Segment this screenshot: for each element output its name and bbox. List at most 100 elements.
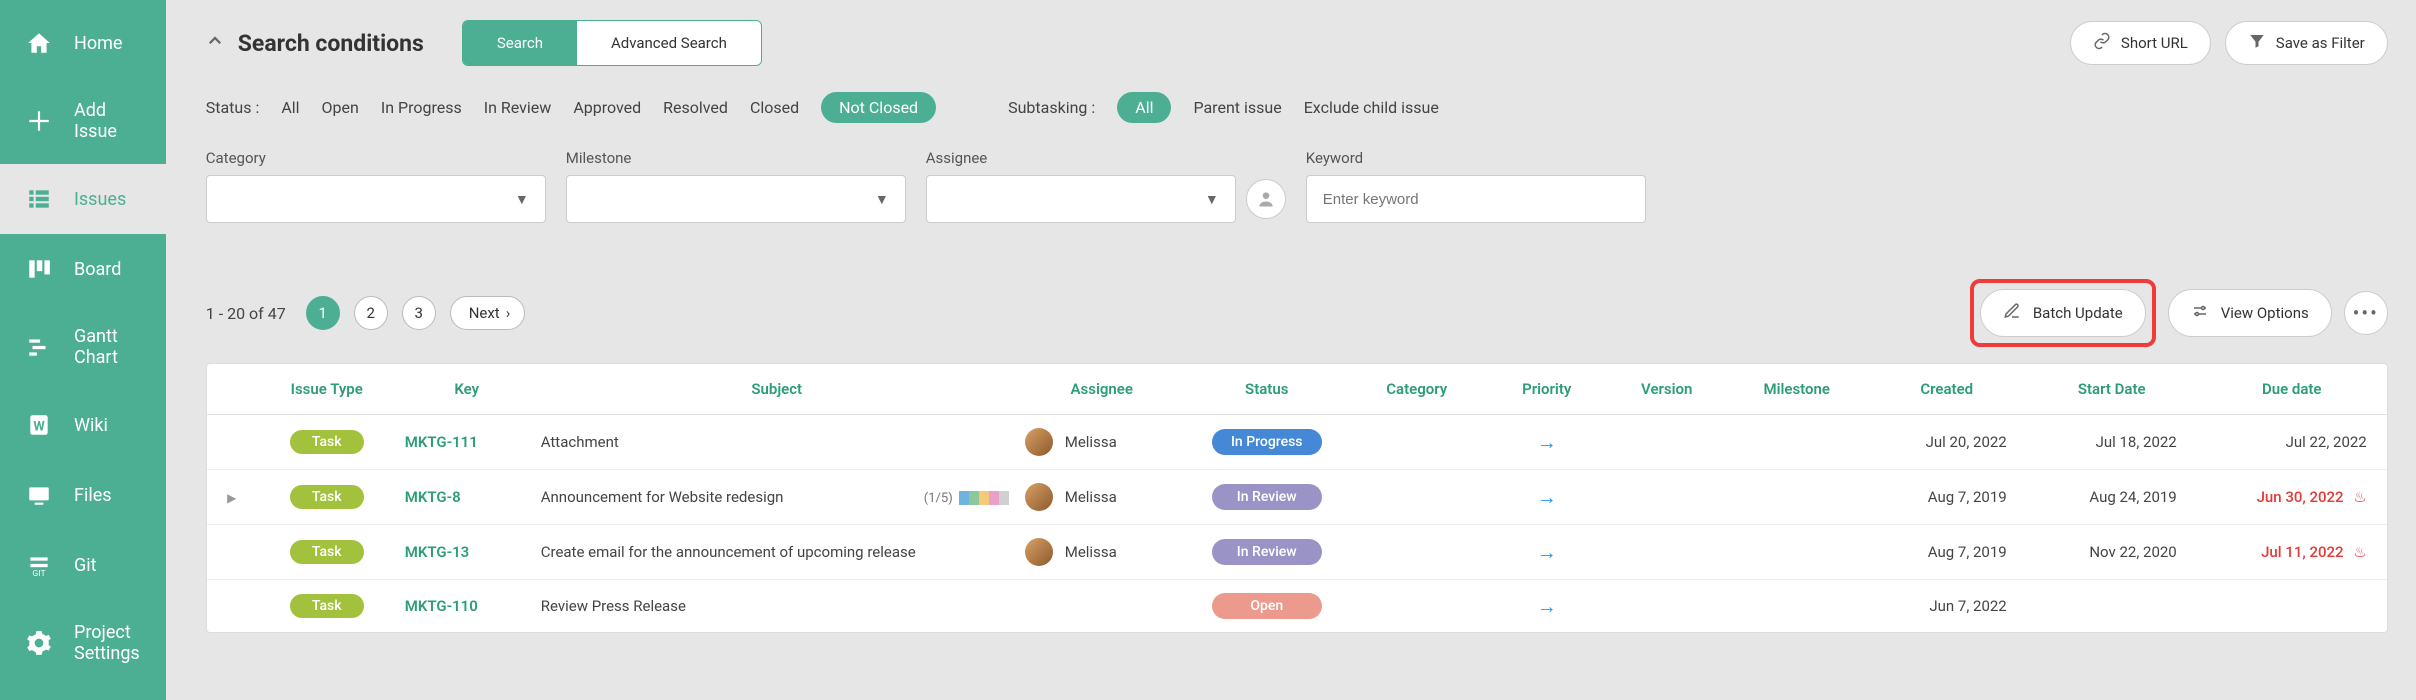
status-opt-inprogress[interactable]: In Progress [381,96,462,119]
issue-key[interactable]: MKTG-13 [397,525,537,580]
status-opt-inreview[interactable]: In Review [484,96,552,119]
priority-icon: → [1537,430,1557,454]
chevron-down-icon: ▼ [1205,191,1219,208]
avatar [1025,538,1053,566]
filter-icon [2248,32,2266,54]
assignee-label: Assignee [926,149,1286,167]
issue-key[interactable]: MKTG-111 [397,415,537,470]
keyword-input[interactable] [1306,175,1646,223]
issue-subject[interactable]: Attachment [537,415,1017,470]
assignee-me-button[interactable] [1246,179,1286,219]
issue-key[interactable]: MKTG-8 [397,470,537,525]
avatar [1025,428,1053,456]
status-opt-open[interactable]: Open [322,96,359,119]
next-label: Next [469,304,500,322]
assignee-select[interactable]: ▼ [926,175,1236,223]
th-start[interactable]: Start Date [2027,364,2197,415]
sidebar-item-gantt[interactable]: Gantt Chart [0,304,166,390]
category-label: Category [206,149,546,167]
sidebar-item-settings[interactable]: Project Settings [0,600,166,686]
svg-text:W: W [33,419,45,434]
status-opt-approved[interactable]: Approved [573,96,641,119]
sidebar-item-add-issue[interactable]: Add Issue [0,78,166,164]
page-1[interactable]: 1 [306,296,340,330]
th-category[interactable]: Category [1347,364,1487,415]
th-issue-type[interactable]: Issue Type [257,364,397,415]
search-conditions-header[interactable]: Search conditions [206,30,424,57]
status-opt-all[interactable]: All [281,96,299,119]
assignee-name: Melissa [1065,543,1117,561]
tab-advanced-search[interactable]: Advanced Search [577,21,761,65]
subtask-opt-exclude[interactable]: Exclude child issue [1304,96,1439,119]
next-page-button[interactable]: Next › [450,296,526,330]
collapse-caret-icon [206,32,224,54]
sidebar-item-board[interactable]: Board [0,234,166,304]
table-row[interactable]: TaskMKTG-111AttachmentMelissaIn Progress… [207,415,2387,470]
sidebar-item-label: Wiki [74,415,108,436]
priority-icon: → [1537,485,1557,509]
issue-key[interactable]: MKTG-110 [397,580,537,633]
svg-text:GIT: GIT [32,569,45,578]
save-filter-button[interactable]: Save as Filter [2225,21,2388,65]
home-icon [26,30,52,56]
save-filter-label: Save as Filter [2276,34,2365,52]
milestone-select[interactable]: ▼ [566,175,906,223]
sliders-icon [2191,302,2209,324]
category-select[interactable]: ▼ [206,175,546,223]
short-url-label: Short URL [2121,34,2188,52]
assignee-cell: Melissa [1025,483,1179,511]
batch-update-button[interactable]: Batch Update [1980,289,2146,337]
created-date: Aug 7, 2019 [1867,525,2027,580]
th-assignee[interactable]: Assignee [1017,364,1187,415]
sidebar-item-home[interactable]: Home [0,8,166,78]
start-date [2027,580,2197,633]
assignee-cell: Melissa [1025,428,1179,456]
start-date: Nov 22, 2020 [2027,525,2197,580]
search-conditions-title: Search conditions [238,30,424,57]
start-date: Jul 18, 2022 [2027,415,2197,470]
status-opt-resolved[interactable]: Resolved [663,96,728,119]
avatar [1025,483,1053,511]
subtask-opt-all[interactable]: All [1117,92,1171,123]
more-menu-button[interactable]: ••• [2344,291,2388,335]
short-url-button[interactable]: Short URL [2070,21,2211,65]
sidebar-item-git[interactable]: GIT Git [0,530,166,600]
th-priority[interactable]: Priority [1487,364,1607,415]
chevron-down-icon: ▼ [515,191,529,208]
issue-subject[interactable]: Announcement for Website redesign(1/5) [537,470,1017,525]
table-row[interactable]: TaskMKTG-110Review Press ReleaseOpen→Jun… [207,580,2387,633]
table-row[interactable]: TaskMKTG-13Create email for the announce… [207,525,2387,580]
plus-icon [26,108,52,134]
th-subject[interactable]: Subject [537,364,1017,415]
issue-subject[interactable]: Review Press Release [537,580,1017,633]
issue-subject[interactable]: Create email for the announcement of upc… [537,525,1017,580]
sidebar-item-label: Project Settings [74,622,140,664]
table-header-row: Issue Type Key Subject Assignee Status C… [207,364,2387,415]
filter-row: Category ▼ Milestone ▼ Assignee ▼ Keywor… [206,149,2388,223]
sidebar-item-files[interactable]: Files [0,460,166,530]
tab-search[interactable]: Search [463,21,577,65]
th-status[interactable]: Status [1187,364,1347,415]
page-3[interactable]: 3 [402,296,436,330]
expand-icon[interactable]: ▶ [227,491,236,505]
th-milestone[interactable]: Milestone [1727,364,1867,415]
flame-icon: ♨ [2353,543,2366,561]
sidebar-item-label: Issues [74,189,126,210]
th-version[interactable]: Version [1607,364,1727,415]
th-key[interactable]: Key [397,364,537,415]
status-opt-notclosed[interactable]: Not Closed [821,92,936,123]
subtask-label: Subtasking : [1008,98,1095,117]
flame-icon: ♨ [2353,488,2366,506]
sidebar-item-wiki[interactable]: W Wiki [0,390,166,460]
th-created[interactable]: Created [1867,364,2027,415]
priority-icon: → [1537,594,1557,618]
th-due[interactable]: Due date [2197,364,2387,415]
page-2[interactable]: 2 [354,296,388,330]
batch-update-highlight: Batch Update [1970,279,2156,347]
status-badge: In Review [1212,539,1322,565]
status-opt-closed[interactable]: Closed [750,96,799,119]
view-options-button[interactable]: View Options [2168,289,2332,337]
table-row[interactable]: ▶TaskMKTG-8Announcement for Website rede… [207,470,2387,525]
subtask-opt-parent[interactable]: Parent issue [1193,96,1281,119]
sidebar-item-issues[interactable]: Issues [0,164,166,234]
